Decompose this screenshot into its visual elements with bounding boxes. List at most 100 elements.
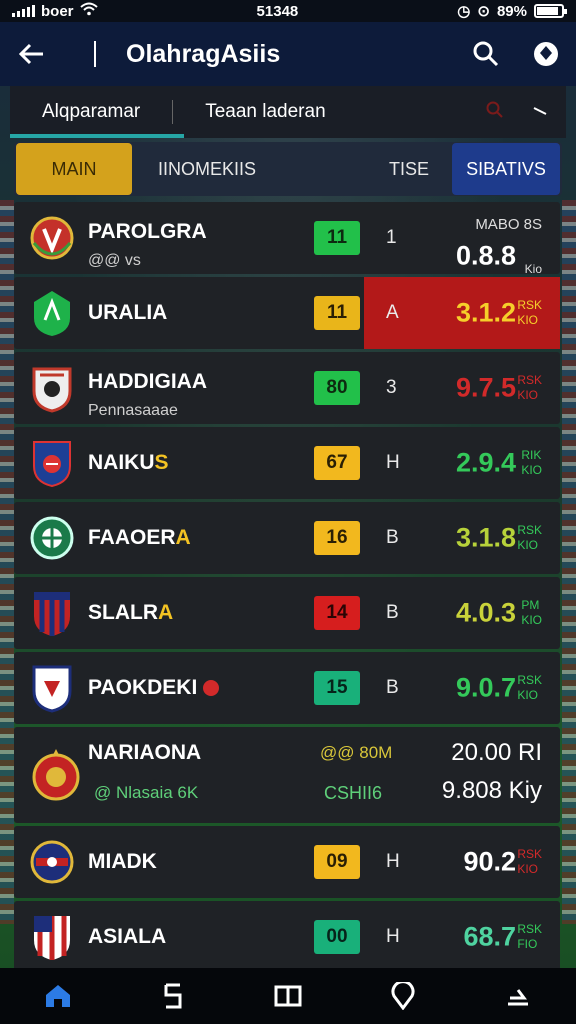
team-crest-icon	[32, 665, 72, 713]
odds-unit: RIK KIO	[521, 448, 542, 477]
odds-unit: Kio	[524, 262, 542, 276]
team-crest-icon	[30, 216, 74, 260]
odds-top-label: MABO 8S	[475, 216, 542, 233]
carrier-name: boer	[41, 2, 74, 20]
table-row[interactable]: FAAOERA 16 B 3.1.8 RSK KIO	[14, 502, 560, 574]
team-crest-icon	[34, 592, 70, 636]
score-badge: 16	[314, 521, 360, 555]
odds-value: 68.7	[463, 921, 516, 952]
battery-icon	[534, 4, 567, 18]
bottom-nav	[0, 968, 576, 1024]
team-subtitle: @ Nlasaia 6K	[94, 783, 199, 802]
team-name: SLALRA	[88, 601, 174, 624]
tab-primary[interactable]: Alqparamar	[10, 86, 185, 138]
odds-unit: RSK KIO	[517, 523, 542, 552]
odds-unit: RSK KIO	[517, 298, 542, 327]
team-name: PAROLGRA	[88, 220, 207, 243]
appbar-divider	[94, 41, 96, 67]
table-row[interactable]: HADDIGIAA Pennasaaae 80 3 9.7.5 RSK KIO	[14, 352, 560, 424]
team-crest-icon	[32, 749, 80, 801]
odds-unit: RSK KIO	[517, 673, 542, 702]
home-icon[interactable]	[28, 968, 88, 1024]
match-info-bottom: CSHII6	[324, 783, 383, 803]
location-status-icon: ⊙	[477, 3, 490, 20]
live-dot-icon	[203, 680, 220, 697]
result-letter: B	[386, 602, 399, 623]
score-badge: 09	[314, 845, 360, 879]
team-name: MIADK	[88, 850, 157, 873]
table-row[interactable]: MIADK 09 H 90.2 RSK KIO	[14, 826, 560, 898]
share-icon[interactable]	[488, 968, 548, 1024]
match-info-top: @@ 80M	[320, 743, 393, 762]
wifi-icon	[79, 2, 98, 20]
odds-value: 9.7.5	[455, 372, 516, 403]
odds-value: 3.1.2	[455, 297, 516, 328]
filter-stats-button[interactable]: SIBATIVS	[452, 143, 560, 195]
team-name: ASIALA	[88, 925, 167, 948]
team-name: HADDIGIAA	[88, 370, 207, 393]
location-icon[interactable]	[373, 968, 433, 1024]
team-crest-icon	[30, 840, 74, 884]
result-letter: B	[386, 527, 399, 548]
app-bar: OlahragAsiis	[0, 22, 576, 86]
team-crest-icon	[34, 291, 70, 336]
result-letter: H	[386, 851, 400, 872]
score-badge: 67	[314, 446, 360, 480]
team-name: NAIKUS	[88, 451, 169, 474]
result-letter: H	[386, 452, 400, 473]
odds-value: 2.9.4	[455, 447, 516, 478]
result-letter: 3	[386, 377, 397, 398]
table-row[interactable]: NAIKUS 67 H 2.9.4 RIK KIO	[14, 427, 560, 499]
alarm-icon: ◷	[457, 3, 471, 20]
battery-percent: 89%	[496, 2, 527, 20]
odds-value: 90.2	[463, 846, 516, 877]
filter-second-button[interactable]: IINOMEKIIS	[132, 143, 282, 195]
odds-bottom-value: 9.808 Kiy	[441, 777, 542, 804]
team-name: PAOKDEKI	[88, 676, 220, 700]
result-letter: A	[386, 302, 399, 323]
search-icon[interactable]	[456, 22, 516, 86]
odds-value: 3.1.8	[455, 522, 516, 553]
odds-unit: PM KIO	[521, 598, 542, 627]
odds-value: 0.8.8	[455, 240, 516, 271]
odds-unit: RSK KIO	[517, 373, 542, 402]
profile-icon[interactable]	[516, 22, 576, 86]
table-row[interactable]: ASIALA 00 H 68.7 RSK FIO	[14, 901, 560, 973]
odds-unit: RSK KIO	[517, 847, 542, 876]
back-arrow-icon[interactable]	[0, 22, 64, 86]
score-badge: 11	[314, 221, 360, 255]
team-crest-icon	[34, 916, 70, 960]
tab-secondary[interactable]: Teaan laderan	[173, 86, 357, 138]
score-badge: 11	[314, 296, 360, 330]
team-crest-icon	[30, 516, 74, 560]
stadium-crowd-left	[0, 200, 14, 924]
status-bar: boer 51348 ◷ ⊙ 89%	[0, 0, 576, 22]
filter-main-button[interactable]: MAIN	[16, 143, 132, 195]
odds-value: 4.0.3	[455, 597, 516, 628]
filter-rise-button[interactable]: TISE	[374, 143, 444, 195]
team-subtitle: @@ vs	[88, 252, 141, 269]
team-crest-icon	[32, 367, 72, 413]
team-name: NARIAONA	[88, 741, 202, 764]
stadium-crowd-right	[562, 200, 576, 924]
score-badge: 80	[314, 371, 360, 405]
signal-icon	[12, 5, 35, 17]
table-row[interactable]: PAOKDEKI 15 B 9.0.7 RSK KIO	[14, 652, 560, 724]
schedule-icon[interactable]	[143, 968, 203, 1024]
team-name: FAAOERA	[88, 526, 191, 549]
table-row[interactable]: PAROLGRA @@ vs 11 1 MABO 8S 0.8.8 Kio	[14, 202, 560, 276]
book-icon[interactable]	[258, 968, 318, 1024]
tab-menu-icon[interactable]	[532, 103, 548, 121]
result-letter: 1	[386, 227, 397, 248]
score-badge: 14	[314, 596, 360, 630]
tab-bar: Alqparamar Teaan laderan	[10, 86, 566, 138]
team-crest-icon	[33, 441, 71, 488]
table-row[interactable]: NARIAONA @ Nlasaia 6K @@ 80M CSHII6 20.0…	[14, 727, 560, 823]
tab-search-icon[interactable]	[486, 101, 504, 124]
table-row[interactable]: URALIA 11 A 3.1.2 RSK KIO	[14, 277, 560, 349]
filter-bar: MAIN IINOMEKIIS TISE SIBATIVS	[14, 142, 562, 196]
status-time: 51348	[256, 2, 299, 20]
score-badge: 15	[314, 671, 360, 705]
team-name: URALIA	[88, 301, 168, 324]
table-row[interactable]: SLALRA 14 B 4.0.3 PM KIO	[14, 577, 560, 649]
